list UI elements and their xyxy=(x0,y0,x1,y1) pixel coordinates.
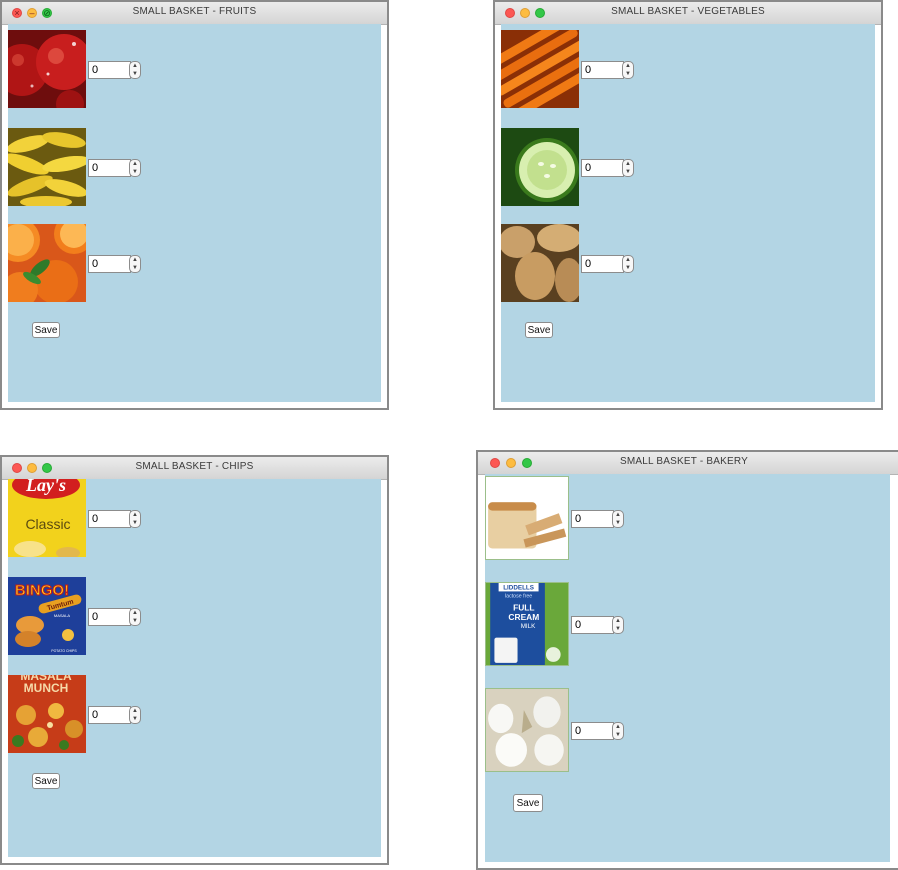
chevron-up-icon[interactable]: ▲ xyxy=(623,160,633,168)
chevron-down-icon[interactable]: ▼ xyxy=(130,617,140,625)
bingo-image: BINGO! Tumtum MASALA POTATO CHIPS xyxy=(8,577,86,655)
banana-image xyxy=(8,128,86,206)
chevron-up-icon[interactable]: ▲ xyxy=(613,511,623,519)
window-title: SMALL BASKET - FRUITS xyxy=(132,6,257,17)
lays-classic-image: Lay's Classic xyxy=(8,479,86,557)
title-bar: SMALL BASKET - VEGETABLES xyxy=(495,2,881,25)
svg-text:Lay's: Lay's xyxy=(25,479,66,495)
svg-text:MUNCH: MUNCH xyxy=(24,681,69,695)
chevron-up-icon[interactable]: ▲ xyxy=(623,256,633,264)
quantity-input[interactable] xyxy=(88,706,131,724)
svg-text:lactose free: lactose free xyxy=(505,594,532,600)
window-content: ▲ ▼ LIDDELLS lactose free FULL CREAM MIL… xyxy=(485,474,890,862)
quantity-stepper[interactable]: ▲ ▼ xyxy=(622,61,634,79)
save-button[interactable]: Save xyxy=(513,794,543,812)
svg-text:Classic: Classic xyxy=(25,516,70,532)
masala-munch-image: MASALA MUNCH xyxy=(8,675,86,753)
chevron-down-icon[interactable]: ▼ xyxy=(623,70,633,78)
svg-text:CREAM: CREAM xyxy=(508,612,539,622)
quantity-input[interactable] xyxy=(88,159,131,177)
quantity-input[interactable] xyxy=(571,722,614,740)
window-title: SMALL BASKET - VEGETABLES xyxy=(611,6,765,17)
potato-image xyxy=(501,224,579,302)
chevron-down-icon[interactable]: ▼ xyxy=(130,715,140,723)
quantity-input[interactable] xyxy=(571,510,614,528)
quantity-input[interactable] xyxy=(88,608,131,626)
cucumber-image xyxy=(501,128,579,206)
quantity-stepper[interactable]: ▲ ▼ xyxy=(612,722,624,740)
bakery-window: SMALL BASKET - BAKERY ▲ ▼ xyxy=(476,450,898,870)
save-button[interactable]: Save xyxy=(32,322,60,338)
quantity-input[interactable] xyxy=(88,255,131,273)
chevron-down-icon[interactable]: ▼ xyxy=(130,70,140,78)
quantity-stepper[interactable]: ▲ ▼ xyxy=(129,255,141,273)
quantity-input[interactable] xyxy=(88,61,131,79)
chevron-down-icon[interactable]: ▼ xyxy=(130,168,140,176)
window-title: SMALL BASKET - CHIPS xyxy=(135,461,254,472)
quantity-stepper[interactable]: ▲ ▼ xyxy=(129,61,141,79)
svg-text:BINGO!: BINGO! xyxy=(15,582,69,599)
quantity-input[interactable] xyxy=(581,61,624,79)
chevron-up-icon[interactable]: ▲ xyxy=(613,617,623,625)
chevron-down-icon[interactable]: ▼ xyxy=(623,264,633,272)
window-title: SMALL BASKET - BAKERY xyxy=(620,456,748,467)
fruits-window: × – ⊘ SMALL BASKET - FRUITS ▲ ▼ xyxy=(0,0,389,410)
quantity-stepper[interactable]: ▲ ▼ xyxy=(129,706,141,724)
title-bar: SMALL BASKET - CHIPS xyxy=(2,457,387,480)
chevron-up-icon[interactable]: ▲ xyxy=(130,62,140,70)
orange-image xyxy=(8,224,86,302)
quantity-input[interactable] xyxy=(581,159,624,177)
chevron-up-icon[interactable]: ▲ xyxy=(613,723,623,731)
quantity-stepper[interactable]: ▲ ▼ xyxy=(612,616,624,634)
chevron-down-icon[interactable]: ▼ xyxy=(130,264,140,272)
window-content: ▲ ▼ ▲ ▼ xyxy=(501,24,875,402)
vegetables-window: SMALL BASKET - VEGETABLES ▲ ▼ xyxy=(493,0,883,410)
apple-image xyxy=(8,30,86,108)
chevron-down-icon[interactable]: ▼ xyxy=(613,625,623,633)
title-bar: SMALL BASKET - BAKERY xyxy=(478,452,898,475)
bread-image xyxy=(485,476,569,560)
chevron-up-icon[interactable]: ▲ xyxy=(130,160,140,168)
quantity-stepper[interactable]: ▲ ▼ xyxy=(622,159,634,177)
quantity-input[interactable] xyxy=(88,510,131,528)
quantity-stepper[interactable]: ▲ ▼ xyxy=(129,159,141,177)
chevron-up-icon[interactable]: ▲ xyxy=(130,256,140,264)
save-button[interactable]: Save xyxy=(32,773,60,789)
chevron-up-icon[interactable]: ▲ xyxy=(623,62,633,70)
chips-window: SMALL BASKET - CHIPS Lay's Classic ▲ ▼ xyxy=(0,455,389,865)
chevron-down-icon[interactable]: ▼ xyxy=(613,519,623,527)
svg-text:LIDDELLS: LIDDELLS xyxy=(503,584,534,591)
chevron-up-icon[interactable]: ▲ xyxy=(130,511,140,519)
svg-text:MILK: MILK xyxy=(521,623,536,630)
quantity-input[interactable] xyxy=(581,255,624,273)
svg-text:POTATO CHIPS: POTATO CHIPS xyxy=(51,649,77,653)
chevron-down-icon[interactable]: ▼ xyxy=(613,731,623,739)
save-button[interactable]: Save xyxy=(525,322,553,338)
quantity-stepper[interactable]: ▲ ▼ xyxy=(622,255,634,273)
chevron-down-icon[interactable]: ▼ xyxy=(623,168,633,176)
chevron-up-icon[interactable]: ▲ xyxy=(130,707,140,715)
milk-image: LIDDELLS lactose free FULL CREAM MILK xyxy=(485,582,569,666)
window-content: ▲ ▼ ▲ ▼ xyxy=(8,24,381,402)
quantity-input[interactable] xyxy=(571,616,614,634)
quantity-stepper[interactable]: ▲ ▼ xyxy=(129,510,141,528)
quantity-stepper[interactable]: ▲ ▼ xyxy=(612,510,624,528)
quantity-stepper[interactable]: ▲ ▼ xyxy=(129,608,141,626)
chevron-down-icon[interactable]: ▼ xyxy=(130,519,140,527)
svg-text:MASALA: MASALA xyxy=(54,613,71,618)
carrot-image xyxy=(501,30,579,108)
chevron-up-icon[interactable]: ▲ xyxy=(130,609,140,617)
eggs-image xyxy=(485,688,569,772)
title-bar: × – ⊘ SMALL BASKET - FRUITS xyxy=(2,2,387,25)
window-content: Lay's Classic ▲ ▼ BINGO! Tumtum xyxy=(8,479,381,857)
